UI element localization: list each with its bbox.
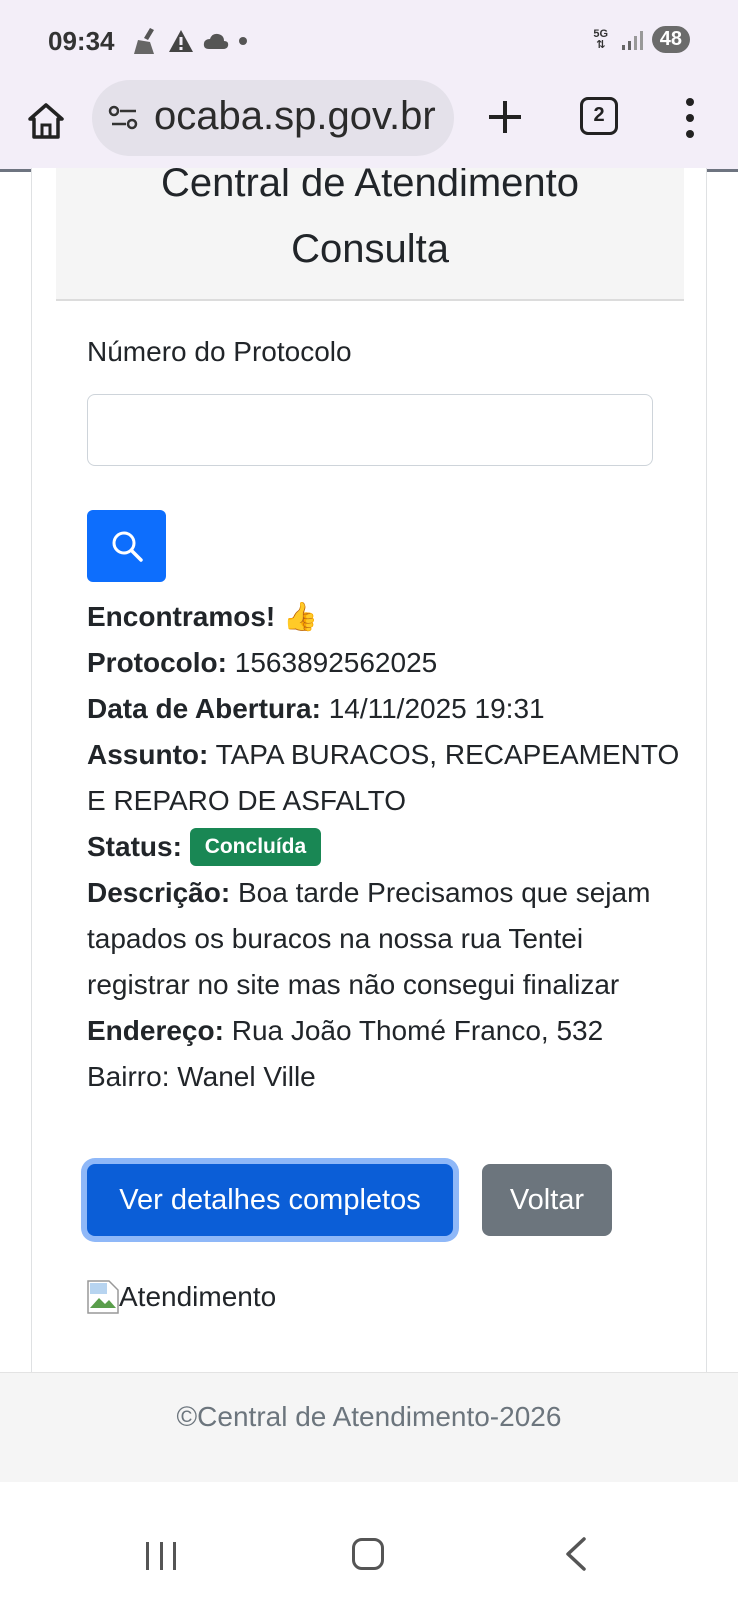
- status-bar: 09:34 5G ⇅ 48: [0, 0, 738, 80]
- opening-date-value: 14/11/2025 19:31: [328, 693, 545, 724]
- home-button[interactable]: [24, 96, 68, 146]
- system-home-button[interactable]: [352, 1538, 384, 1570]
- url-text[interactable]: ocaba.sp.gov.br: [154, 94, 444, 139]
- card-header: Central de Atendimento Consulta: [56, 168, 684, 301]
- protocol-row: Protocolo: 1563892562025: [87, 640, 687, 686]
- status-label: Status:: [87, 831, 182, 862]
- status-time: 09:34: [48, 26, 115, 56]
- neighborhood-row: Bairro: Wanel Ville: [87, 1061, 316, 1092]
- home-icon: [28, 103, 64, 139]
- tab-switcher-button[interactable]: 2: [580, 97, 618, 135]
- view-details-button[interactable]: Ver detalhes completos: [87, 1164, 453, 1236]
- recents-bar: [146, 1542, 149, 1570]
- subject-label: Assunto:: [87, 739, 209, 770]
- image-alt-text: Atendimento: [119, 1281, 277, 1312]
- protocol-value: 1563892562025: [234, 647, 438, 678]
- plus-icon: [489, 101, 521, 133]
- site-settings-icon[interactable]: [108, 102, 140, 134]
- result-block: Encontramos! 👍 Protocolo: 1563892562025 …: [87, 594, 687, 1100]
- address-row: Endereço: Rua João Thomé Franco, 532: [87, 1008, 687, 1054]
- page-content: Central de Atendimento Consulta Número d…: [0, 168, 738, 1506]
- broken-image: Atendimento: [87, 1280, 276, 1314]
- battery-indicator: 48: [651, 26, 690, 53]
- opening-date-row: Data de Abertura: 14/11/2025 19:31: [87, 686, 687, 732]
- description-label: Descrição:: [87, 877, 231, 908]
- back-button[interactable]: Voltar: [482, 1164, 612, 1236]
- browser-toolbar: ocaba.sp.gov.br 2: [0, 80, 738, 172]
- signal-icon: [621, 30, 643, 50]
- protocol-label: Número do Protocolo: [87, 336, 352, 367]
- notification-icons: [132, 26, 248, 56]
- protocol-label-bold: Protocolo:: [87, 647, 227, 678]
- broken-image-icon: [87, 1280, 119, 1314]
- dot-icon: [239, 37, 247, 45]
- search-button[interactable]: [87, 510, 166, 582]
- found-text: Encontramos! 👍: [87, 601, 318, 632]
- cloud-icon: [203, 33, 229, 49]
- subject-row: Assunto: TAPA BURACOS, RECAPEAMENTO E RE…: [87, 732, 687, 824]
- protocol-input[interactable]: [87, 394, 653, 466]
- page-title-line1: Central de Atendimento: [160, 168, 580, 205]
- system-back-button[interactable]: [562, 1536, 592, 1572]
- footer: ©Central de Atendimento-2026: [0, 1372, 738, 1482]
- recents-button[interactable]: [146, 1542, 176, 1570]
- system-nav-bar: [0, 1506, 738, 1600]
- address-value: Rua João Thomé Franco, 532: [231, 1015, 604, 1046]
- opening-date-label: Data de Abertura:: [87, 693, 321, 724]
- recents-bar: [159, 1542, 163, 1570]
- menu-dot: [686, 130, 694, 138]
- page-title: Central de Atendimento Consulta: [56, 168, 684, 282]
- consulta-card: Central de Atendimento Consulta Número d…: [31, 168, 707, 1388]
- warning-icon: [169, 30, 193, 52]
- recents-bar: [173, 1542, 176, 1570]
- address-bar[interactable]: ocaba.sp.gov.br: [92, 80, 454, 156]
- cleaner-icon: [134, 28, 154, 54]
- search-icon: [112, 531, 143, 562]
- status-badge: Concluída: [189, 828, 322, 866]
- network-5g-icon: 5G ⇅: [593, 27, 609, 51]
- browser-menu-button[interactable]: [678, 94, 702, 142]
- menu-dot: [686, 98, 694, 106]
- description-row: Descrição: Boa tarde Precisamos que seja…: [87, 870, 687, 1008]
- new-tab-button[interactable]: [480, 92, 530, 142]
- footer-text: ©Central de Atendimento-2026: [176, 1401, 562, 1432]
- menu-dot: [686, 114, 694, 122]
- status-row: Status: Concluída: [87, 824, 687, 870]
- page-title-line2: Consulta: [291, 227, 449, 271]
- address-label: Endereço:: [87, 1015, 224, 1046]
- status-right: 5G ⇅ 48: [590, 26, 690, 53]
